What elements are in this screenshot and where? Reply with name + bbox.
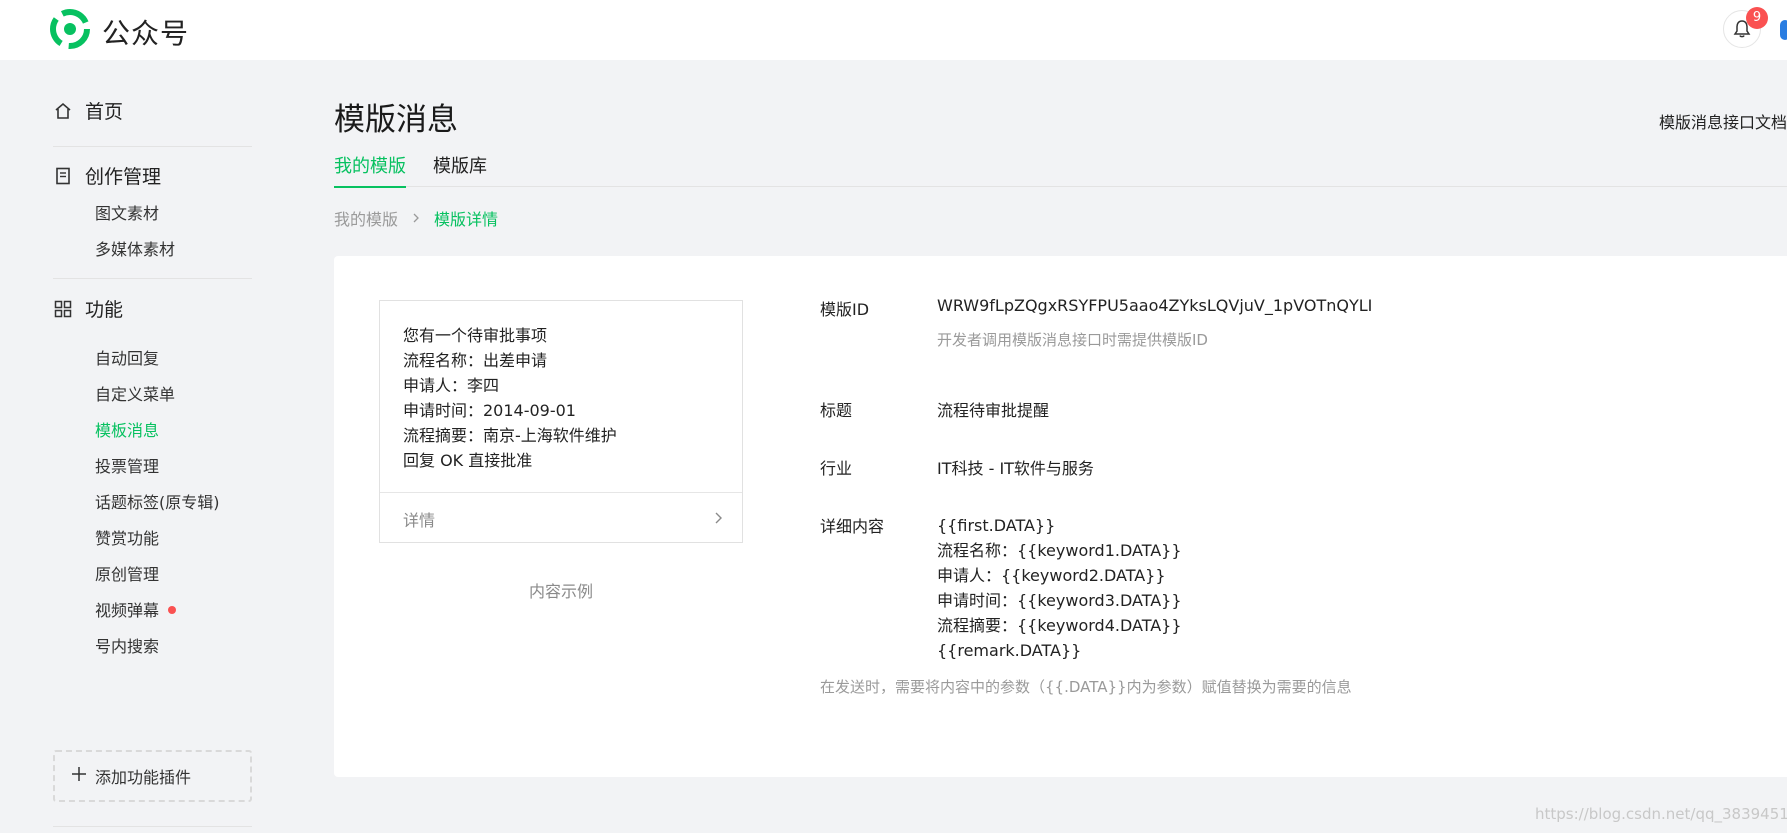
content-line: {{first.DATA}} [937, 516, 1056, 535]
sidebar-item-topic-tags[interactable]: 话题标签(原专辑) [95, 489, 220, 513]
sidebar-item-home[interactable]: 首页 [53, 97, 123, 124]
sidebar-item-auto-reply[interactable]: 自动回复 [95, 345, 159, 369]
preview-line: 申请人：李四 [403, 376, 500, 395]
preview-caption: 内容示例 [528, 582, 593, 601]
sidebar-divider [53, 278, 252, 279]
sidebar-item-custom-menu[interactable]: 自定义菜单 [95, 381, 175, 405]
preview-line: 流程摘要：南京-上海软件维护 [403, 426, 617, 445]
chevron-right-icon [413, 213, 419, 223]
page-title: 模版消息 [334, 102, 458, 138]
preview-details-label: 详情 [403, 511, 436, 530]
grid-icon [53, 299, 73, 319]
template-id-label: 模版ID [820, 300, 870, 319]
sidebar-item-voting[interactable]: 投票管理 [95, 453, 159, 477]
sidebar-section-label: 创作管理 [85, 166, 162, 188]
template-id-value: WRW9fLpZQgxRSYFPU5aao4ZYksLQVjuV_1pVOTnQ… [937, 296, 1373, 315]
document-icon [53, 166, 73, 186]
breadcrumb-my-templates[interactable]: 我的模版 [334, 206, 398, 230]
sidebar-item-original[interactable]: 原创管理 [95, 561, 159, 585]
tab-bar: 我的模版 模版库 [334, 152, 1787, 188]
wechat-logo-icon[interactable] [50, 9, 90, 49]
plus-icon [71, 766, 87, 786]
template-content-hint: 在发送时，需要将内容中的参数（{{.DATA}}内为参数）赋值替换为需要的信息 [820, 678, 1352, 696]
add-plugin-button[interactable]: 添加功能插件 [53, 750, 252, 802]
template-title-value: 流程待审批提醒 [937, 401, 1050, 420]
content-line: 申请时间：{{keyword3.DATA}} [937, 591, 1182, 610]
content-line: {{remark.DATA}} [937, 641, 1082, 660]
watermark: https://blog.csdn.net/qq_38394518 [1535, 805, 1787, 823]
chevron-right-icon [715, 512, 722, 524]
preview-line: 申请时间：2014-09-01 [403, 401, 576, 420]
template-api-doc-link[interactable]: 模版消息接口文档 [1659, 109, 1787, 133]
tab-my-templates[interactable]: 我的模版 [334, 152, 406, 188]
notification-count-badge: 9 [1746, 7, 1768, 29]
sidebar-divider [53, 826, 252, 827]
sidebar-item-label: 首页 [85, 101, 124, 123]
preview-line: 流程名称：出差申请 [403, 351, 548, 370]
content-line: 申请人：{{keyword2.DATA}} [937, 566, 1166, 585]
tab-template-library[interactable]: 模版库 [433, 152, 487, 186]
sidebar-item-appreciation[interactable]: 赞赏功能 [95, 525, 159, 549]
template-detail-card: 您有一个待审批事项 流程名称：出差申请 申请人：李四 申请时间：2014-09-… [334, 256, 1787, 777]
add-plugin-label: 添加功能插件 [95, 768, 192, 787]
sidebar-section-features[interactable]: 功能 [53, 295, 123, 322]
content-line: 流程名称：{{keyword1.DATA}} [937, 541, 1182, 560]
sidebar-divider [53, 146, 252, 147]
template-content: {{first.DATA}} 流程名称：{{keyword1.DATA}} 申请… [937, 513, 1182, 663]
preview-body: 您有一个待审批事项 流程名称：出差申请 申请人：李四 申请时间：2014-09-… [403, 323, 617, 473]
home-icon [53, 101, 73, 121]
content-line: 流程摘要：{{keyword4.DATA}} [937, 616, 1182, 635]
brand-name[interactable]: 公众号 [102, 12, 189, 52]
template-id-hint: 开发者调用模版消息接口时需提供模版ID [937, 331, 1208, 349]
new-indicator-dot [168, 605, 177, 614]
preview-details-row[interactable]: 详情 [380, 492, 742, 542]
breadcrumb-template-detail: 模版详情 [434, 210, 499, 229]
sidebar-section-creation[interactable]: 创作管理 [53, 162, 161, 189]
preview-line: 您有一个待审批事项 [403, 326, 548, 345]
top-bar: 公众号 9 [0, 0, 1787, 60]
sidebar-section-label: 功能 [85, 299, 124, 321]
template-content-label: 详细内容 [820, 517, 885, 536]
template-industry-label: 行业 [820, 459, 853, 478]
template-industry-value: IT科技 - IT软件与服务 [937, 459, 1094, 478]
message-preview: 您有一个待审批事项 流程名称：出差申请 申请人：李四 申请时间：2014-09-… [379, 300, 743, 543]
avatar[interactable] [1780, 20, 1787, 40]
sidebar-item-video-danmaku[interactable]: 视频弹幕 [95, 597, 177, 621]
sidebar-item-label: 视频弹幕 [95, 601, 160, 620]
sidebar-item-media[interactable]: 多媒体素材 [95, 236, 175, 260]
sidebar-item-in-account-search[interactable]: 号内搜索 [95, 633, 159, 657]
preview-line: 回复 OK 直接批准 [403, 451, 533, 470]
sidebar-item-template-message[interactable]: 模板消息 [95, 417, 159, 441]
template-title-label: 标题 [820, 401, 853, 420]
breadcrumb: 我的模版 模版详情 [334, 206, 498, 230]
sidebar-item-articles[interactable]: 图文素材 [95, 200, 159, 224]
